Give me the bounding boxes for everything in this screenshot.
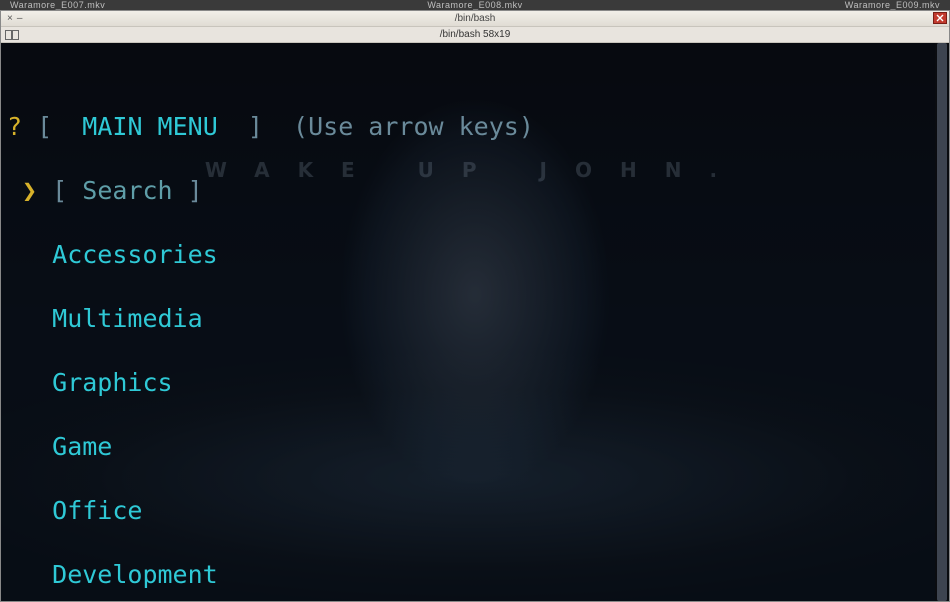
menu-item-graphics[interactable]: Graphics — [7, 367, 943, 399]
window-close-button[interactable] — [933, 12, 947, 24]
desktop-file: Waramore_E008.mkv — [427, 0, 522, 10]
desktop-background: Waramore_E007.mkv Waramore_E008.mkv Wara… — [0, 0, 950, 602]
menu-item-label: Development — [52, 560, 218, 589]
terminal-window: × – /bin/bash /bin/bash 58x19 WAKE UP JO… — [0, 10, 950, 602]
menu-item-label: Game — [52, 432, 112, 461]
terminal-tab-title: /bin/bash 58x19 — [1, 29, 949, 40]
bracket-open: [ — [52, 176, 67, 205]
menu-item-development[interactable]: Development — [7, 559, 943, 591]
terminal-scrollbar[interactable] — [935, 43, 949, 601]
desktop-file: Waramore_E007.mkv — [10, 0, 105, 10]
desktop-file: Waramore_E009.mkv — [845, 0, 940, 10]
scrollbar-thumb[interactable] — [937, 43, 947, 601]
window-title: /bin/bash — [1, 13, 949, 24]
menu-item-label: Office — [52, 496, 142, 525]
close-icon — [936, 14, 944, 22]
bracket-close: ] — [188, 176, 203, 205]
menu-search-row[interactable]: ❯ [ Search ] — [7, 175, 943, 207]
menu-item-label: Accessories — [52, 240, 218, 269]
menu-item-label: Graphics — [52, 368, 172, 397]
window-controls-left: × – — [1, 13, 22, 24]
menu-item-accessories[interactable]: Accessories — [7, 239, 943, 271]
terminal-viewport[interactable]: WAKE UP JOHN. ? [ MAIN MENU ] (Use arrow… — [1, 43, 949, 601]
prompt-question-icon: ? — [7, 112, 22, 141]
menu-item-office[interactable]: Office — [7, 495, 943, 527]
menu-search-label: Search — [82, 176, 172, 205]
bracket-open: [ — [37, 112, 52, 141]
menu-item-multimedia[interactable]: Multimedia — [7, 303, 943, 335]
selection-arrow-icon: ❯ — [22, 176, 37, 205]
terminal-content: ? [ MAIN MENU ] (Use arrow keys) ❯ [ Sea… — [1, 43, 949, 601]
window-titlebar[interactable]: × – /bin/bash — [1, 11, 949, 27]
window-control-icon[interactable]: × — [7, 13, 13, 24]
menu-item-game[interactable]: Game — [7, 431, 943, 463]
menu-title: MAIN MENU — [82, 112, 217, 141]
desktop-file-strip: Waramore_E007.mkv Waramore_E008.mkv Wara… — [0, 0, 950, 10]
split-pane-icon[interactable] — [5, 29, 19, 41]
terminal-tabbar: /bin/bash 58x19 — [1, 27, 949, 43]
menu-hint: (Use arrow keys) — [293, 112, 534, 141]
window-minimize-icon[interactable]: – — [17, 13, 23, 24]
bracket-close: ] — [248, 112, 263, 141]
menu-item-label: Multimedia — [52, 304, 203, 333]
menu-header-row: ? [ MAIN MENU ] (Use arrow keys) — [7, 111, 943, 143]
